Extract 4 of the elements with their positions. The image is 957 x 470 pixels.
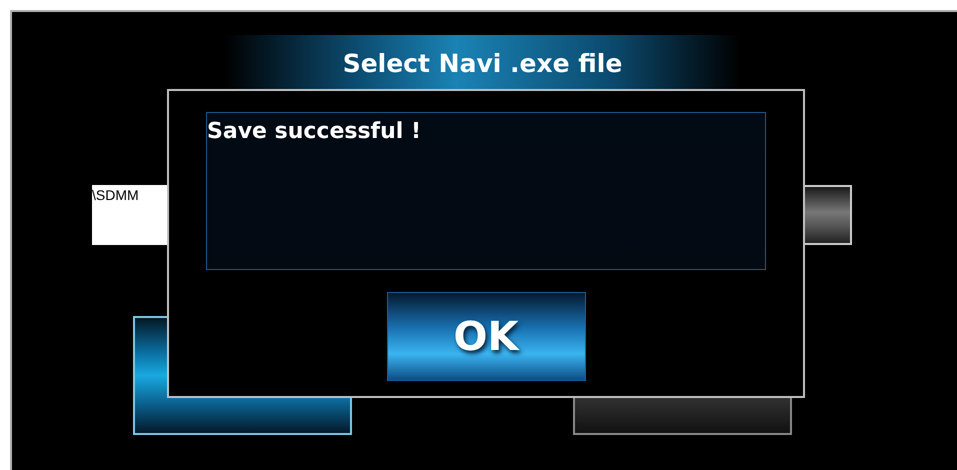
side-button[interactable] (805, 185, 852, 245)
screen-title: Select Navi .exe file (342, 49, 622, 78)
ok-button[interactable]: OK (386, 292, 586, 381)
message-text: Save successful ! (206, 112, 766, 270)
